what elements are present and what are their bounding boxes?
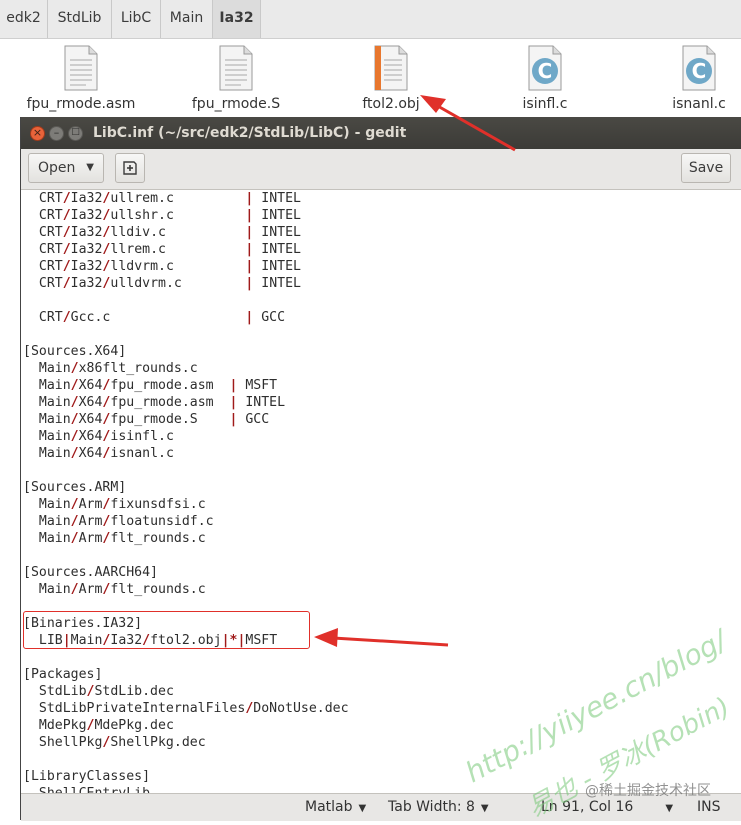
arrow-to-binaries-line [314,628,449,647]
watermark-site: @稀土掘金技术社区 [585,783,711,799]
arrow-to-ftol2-obj [420,95,516,152]
